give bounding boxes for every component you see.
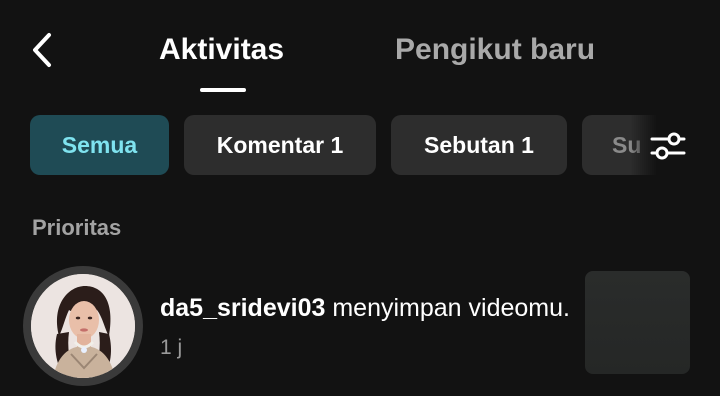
notification-item[interactable]: da5_sridevi03 menyimpan videomu. 1 j (0, 262, 720, 396)
avatar-image (31, 274, 135, 378)
notification-action: menyimpan videomu. (325, 294, 570, 322)
chip-sebutan[interactable]: Sebutan 1 (391, 115, 567, 175)
back-button[interactable] (24, 28, 60, 72)
person-portrait-icon (31, 274, 135, 378)
chevron-left-icon (33, 33, 51, 67)
notification-time: 1 j (160, 336, 183, 359)
active-tab-indicator (200, 88, 246, 92)
filter-settings-button[interactable] (646, 124, 690, 168)
chip-komentar[interactable]: Komentar 1 (184, 115, 376, 175)
filter-chip-bar: Semua Komentar 1 Sebutan 1 Su (0, 115, 720, 175)
section-title-prioritas: Prioritas (32, 215, 122, 240)
video-thumbnail[interactable] (585, 271, 690, 374)
avatar[interactable] (23, 266, 143, 386)
tab-pengikut-baru[interactable]: Pengikut baru (395, 30, 595, 70)
chip-semua[interactable]: Semua (30, 115, 169, 175)
notification-username[interactable]: da5_sridevi03 (160, 294, 325, 322)
activity-screen: Aktivitas Pengikut baru Semua Komentar 1… (0, 0, 720, 396)
sliders-icon (650, 132, 686, 160)
notification-text: da5_sridevi03 menyimpan videomu. 1 j (160, 290, 580, 366)
tab-aktivitas[interactable]: Aktivitas (159, 30, 284, 70)
